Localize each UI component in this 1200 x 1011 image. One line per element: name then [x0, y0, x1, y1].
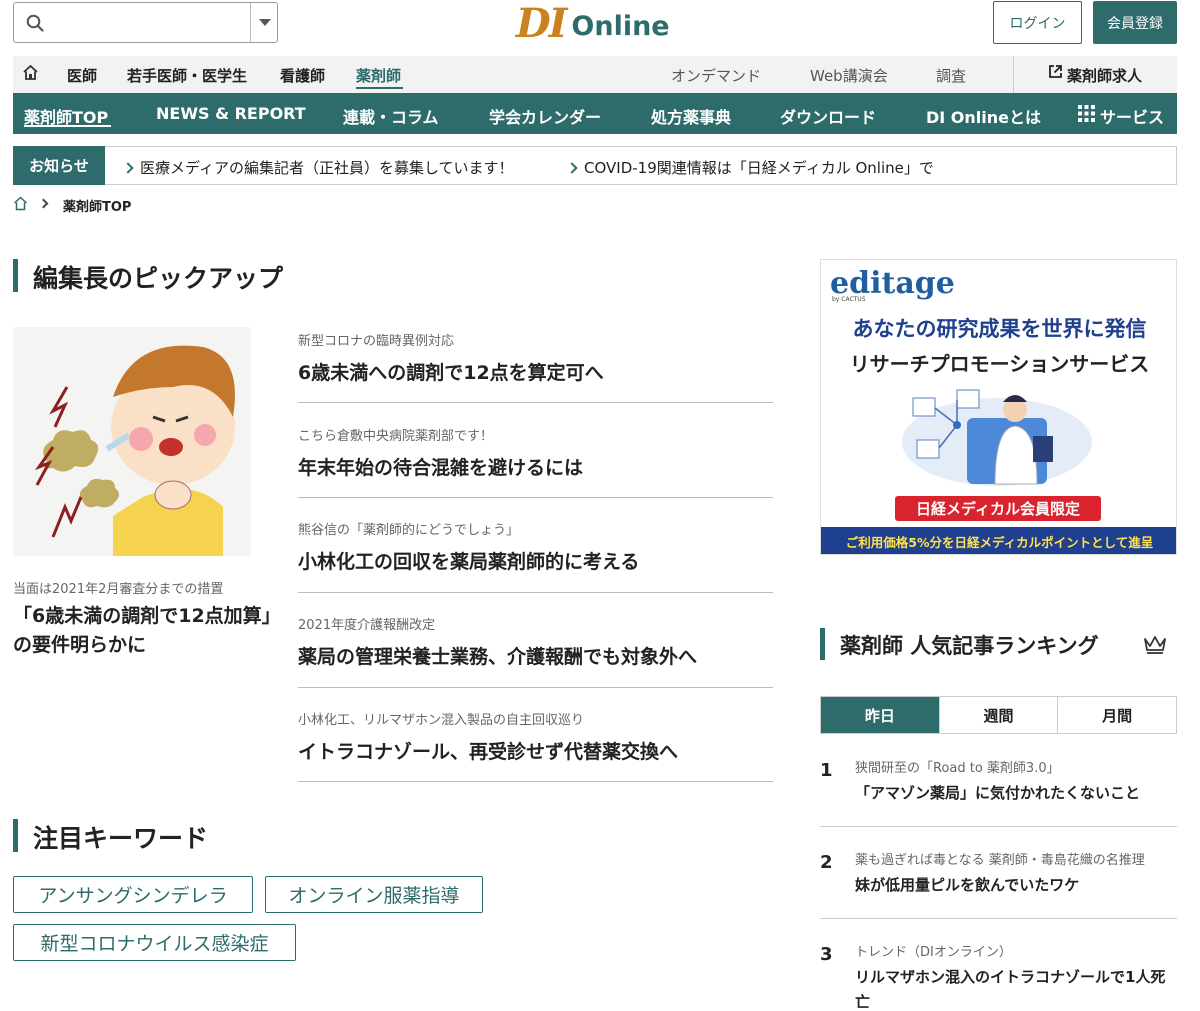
rank-number: 2 [820, 852, 833, 873]
notice-bar: お知らせ 医療メディアの編集記者（正社員）を募集しています！ COVID-19関… [13, 146, 1177, 185]
rank-title[interactable]: リルマザホン混入のイトラコナゾールで1人死亡 [855, 965, 1177, 1011]
featured-title[interactable]: 「6歳未満の調剤で12点加算」の要件明らかに [13, 602, 273, 660]
ranking-heading: 薬剤師 人気記事ランキング [840, 634, 1099, 658]
article-kicker: 新型コロナの臨時異例対応 [298, 334, 455, 349]
article-item[interactable]: 2021年度介護報酬改定 薬局の管理栄養士業務、介護報酬でも対象外へ [298, 614, 773, 669]
ad-headline: あなたの研究成果を世界に発信 [852, 317, 1147, 341]
category-item-nurse[interactable]: 看護師 [280, 65, 325, 86]
article-item[interactable]: 熊谷信の「薬剤師的にどうでしょう」 小林化工の回収を薬局薬剤師的に考える [298, 519, 773, 574]
ad-footer: ご利用価格5%分を日経メディカルポイントとして進呈 [821, 527, 1176, 554]
article-kicker: 2021年度介護報酬改定 [298, 618, 436, 633]
article-kicker: 小林化工、リルマザホン混入製品の自主回収巡り [298, 713, 585, 728]
notice-item-text: 医療メディアの編集記者（正社員）を募集しています！ [140, 159, 514, 177]
tab-news-report[interactable]: NEWS & REPORT [156, 104, 306, 123]
article-title: 年末年始の待合混雑を避けるには [298, 457, 584, 479]
ad-subline: リサーチプロモーションサービス [849, 352, 1150, 376]
register-button[interactable]: 会員登録 [1093, 1, 1177, 44]
divider [298, 687, 773, 688]
active-underline [356, 87, 403, 89]
article-title: 小林化工の回収を薬局薬剤師的に考える [298, 551, 640, 573]
tab-conference-calendar[interactable]: 学会カレンダー [489, 104, 601, 128]
divider [298, 402, 773, 403]
crown-icon [1143, 634, 1167, 658]
breadcrumb-separator-icon [38, 198, 49, 209]
chevron-right-icon [122, 162, 134, 174]
article-kicker: こちら倉敷中央病院薬剤部です！ [298, 429, 494, 444]
rank-title[interactable]: 妹が低用量ピルを飲んでいたワケ [855, 873, 1177, 898]
category-item-doctor[interactable]: 医師 [67, 65, 97, 86]
rank-kicker: 薬も過ぎれば毒となる 薬剤師・毒島花織の名推理 [855, 853, 1145, 868]
keywords-heading: 注目キーワード [33, 824, 209, 853]
category-item-survey[interactable]: 調査 [936, 65, 966, 86]
active-tab-underline [24, 125, 111, 127]
tab-weekly[interactable]: 週間 [938, 697, 1058, 733]
rank-title[interactable]: 「アマゾン薬局」に気付かれたくないこと [855, 781, 1177, 806]
divider [298, 592, 773, 593]
section-marker [13, 819, 18, 852]
category-item-young-doctor[interactable]: 若手医師・医学生 [127, 65, 247, 86]
divider [820, 826, 1177, 827]
category-item-pharmacist[interactable]: 薬剤師 [356, 65, 401, 86]
article-item[interactable]: 小林化工、リルマザホン混入製品の自主回収巡り イトラコナゾール、再受診せず代替薬… [298, 709, 773, 764]
logo-di: DI [516, 0, 567, 47]
logo-online: Online [571, 11, 670, 42]
ad-badge: 日経メディカル会員限定 [895, 496, 1101, 521]
ad-banner[interactable]: editage by CACTUS あなたの研究成果を世界に発信 リサーチプロモ… [820, 259, 1177, 555]
tab-services[interactable]: サービス [1100, 104, 1164, 128]
main-nav: 薬剤師TOP NEWS & REPORT 連載・コラム 学会カレンダー 処方薬事… [13, 93, 1177, 134]
article-item[interactable]: 新型コロナの臨時異例対応 6歳未満への調剤で12点を算定可へ [298, 330, 773, 385]
section-marker [13, 259, 18, 292]
keyword-tag[interactable]: アンサングシンデレラ [13, 876, 253, 913]
search-icon [26, 14, 44, 36]
search-divider [250, 3, 251, 42]
tab-download[interactable]: ダウンロード [780, 104, 876, 128]
external-link-icon [1048, 64, 1063, 83]
breadcrumb-current: 薬剤師TOP [63, 200, 132, 215]
tab-about[interactable]: DI Onlineとは [926, 104, 1041, 128]
pickup-heading: 編集長のピックアップ [33, 264, 284, 293]
tab-drug-encyclopedia[interactable]: 処方薬事典 [651, 104, 731, 128]
ad-illustration [902, 389, 1092, 486]
tab-monthly[interactable]: 月間 [1057, 697, 1176, 733]
ad-brand-sub: by CACTUS [832, 296, 866, 303]
section-marker [820, 628, 825, 660]
notice-item-text: COVID-19関連情報は「日経メディカル Online」で [584, 159, 934, 177]
tab-yesterday[interactable]: 昨日 [821, 697, 939, 733]
notice-item[interactable]: 医療メディアの編集記者（正社員）を募集しています！ [122, 157, 514, 178]
article-title: 薬局の管理栄養士業務、介護報酬でも対象外へ [298, 646, 698, 668]
search-input[interactable] [13, 2, 278, 43]
category-item-ondemand[interactable]: オンデマンド [671, 65, 761, 86]
article-title: イトラコナゾール、再受診せず代替薬交換へ [298, 741, 679, 763]
rank-number: 1 [820, 760, 833, 781]
rank-kicker: 狭間研至の「Road to 薬剤師3.0」 [855, 761, 1060, 776]
article-kicker: 熊谷信の「薬剤師的にどうでしょう」 [298, 523, 520, 538]
divider [298, 497, 773, 498]
category-nav: 医師 若手医師・医学生 看護師 薬剤師 オンデマンド Web講演会 調査 薬剤師… [13, 56, 1177, 93]
chevron-down-icon[interactable] [259, 19, 271, 26]
notice-label: お知らせ [13, 146, 105, 185]
keyword-tag[interactable]: 新型コロナウイルス感染症 [13, 924, 296, 961]
featured-kicker: 当面は2021年2月審査分までの措置 [13, 582, 224, 597]
site-logo[interactable]: DI Online [516, 0, 670, 44]
rank-number: 3 [820, 944, 833, 965]
featured-image[interactable] [13, 327, 251, 556]
login-button[interactable]: ログイン [993, 1, 1082, 44]
divider [298, 781, 773, 782]
chevron-right-icon [566, 162, 578, 174]
keyword-tag[interactable]: オンライン服薬指導 [265, 876, 483, 913]
nav-divider [1013, 56, 1014, 93]
home-icon[interactable] [22, 64, 39, 85]
tab-columns[interactable]: 連載・コラム [343, 104, 439, 128]
pharmacist-job-link[interactable]: 薬剤師求人 [1067, 65, 1142, 86]
notice-item[interactable]: COVID-19関連情報は「日経メディカル Online」で [566, 157, 934, 178]
rank-kicker: トレンド（DIオンライン） [855, 945, 1012, 960]
article-item[interactable]: こちら倉敷中央病院薬剤部です！ 年末年始の待合混雑を避けるには [298, 425, 773, 480]
divider [820, 918, 1177, 919]
category-item-webinar[interactable]: Web講演会 [810, 65, 888, 86]
grid-icon[interactable] [1078, 105, 1095, 126]
breadcrumb-home-icon[interactable] [13, 196, 28, 215]
article-title: 6歳未満への調剤で12点を算定可へ [298, 362, 604, 384]
ranking-tabs: 昨日 週間 月間 [820, 696, 1177, 734]
